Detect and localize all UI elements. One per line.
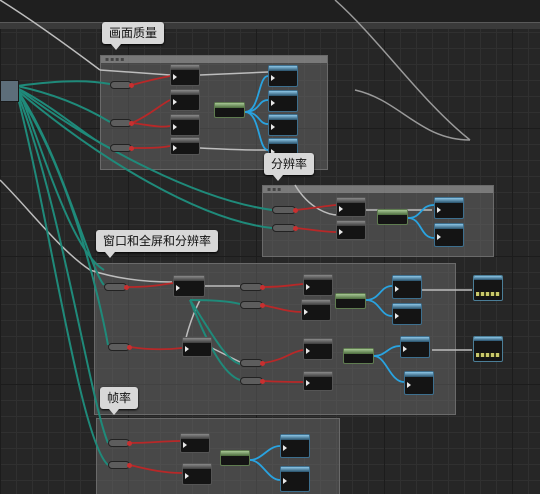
setter-node[interactable] xyxy=(392,275,422,299)
variable-get-node[interactable] xyxy=(272,206,298,214)
variable-get-node[interactable] xyxy=(108,461,132,469)
comment-label-framerate[interactable]: 帧率 xyxy=(100,387,139,415)
comment-label-quality[interactable]: 画面质量 xyxy=(102,22,165,50)
blueprint-graph-canvas[interactable]: ▪▪▪▪ ▪▪▪ 画面质量 分辨率 窗口和全屏和分辨率 帧率 xyxy=(0,0,540,494)
variable-get-node[interactable] xyxy=(272,224,298,232)
setter-node[interactable] xyxy=(404,371,434,395)
variable-get-node[interactable] xyxy=(110,81,134,89)
setter-node[interactable] xyxy=(268,90,298,112)
cast-node[interactable] xyxy=(335,293,366,309)
branch-node[interactable] xyxy=(173,275,205,297)
setter-node[interactable] xyxy=(280,466,310,492)
function-node[interactable] xyxy=(301,299,331,321)
function-node[interactable] xyxy=(303,338,333,360)
variable-get-node[interactable] xyxy=(110,119,134,127)
variable-get-node[interactable] xyxy=(240,359,265,367)
setter-node[interactable] xyxy=(392,303,422,325)
setter-node[interactable] xyxy=(400,336,430,358)
function-node[interactable] xyxy=(170,64,200,86)
apply-settings-node[interactable] xyxy=(473,275,503,301)
setter-node[interactable] xyxy=(434,223,464,247)
variable-get-node[interactable] xyxy=(240,377,265,385)
branch-node[interactable] xyxy=(182,337,212,357)
setter-node[interactable] xyxy=(268,65,298,87)
function-node[interactable] xyxy=(182,463,212,485)
variable-get-node[interactable] xyxy=(240,283,265,291)
function-node[interactable] xyxy=(180,433,210,453)
comment-label-window[interactable]: 窗口和全屏和分辨率 xyxy=(96,230,219,258)
function-node[interactable] xyxy=(170,89,200,111)
setter-node[interactable] xyxy=(268,114,298,136)
cast-node[interactable] xyxy=(214,102,245,118)
variable-source-node[interactable] xyxy=(0,80,19,102)
function-node[interactable] xyxy=(170,114,200,136)
variable-get-node[interactable] xyxy=(104,283,129,291)
cast-node[interactable] xyxy=(220,450,250,466)
function-node[interactable] xyxy=(170,137,200,155)
apply-settings-node[interactable] xyxy=(473,336,503,362)
variable-get-node[interactable] xyxy=(108,439,132,447)
function-node[interactable] xyxy=(303,371,333,391)
variable-get-node[interactable] xyxy=(240,301,265,309)
variable-wires xyxy=(16,80,273,466)
function-node[interactable] xyxy=(336,197,366,217)
variable-get-node[interactable] xyxy=(108,343,132,351)
cast-node[interactable] xyxy=(377,209,408,225)
comment-label-resolution[interactable]: 分辨率 xyxy=(264,153,315,181)
function-node[interactable] xyxy=(336,220,366,240)
setter-node[interactable] xyxy=(434,197,464,219)
variable-get-node[interactable] xyxy=(110,144,134,152)
setter-node[interactable] xyxy=(280,434,310,458)
function-node[interactable] xyxy=(303,274,333,296)
cast-node[interactable] xyxy=(343,348,374,364)
